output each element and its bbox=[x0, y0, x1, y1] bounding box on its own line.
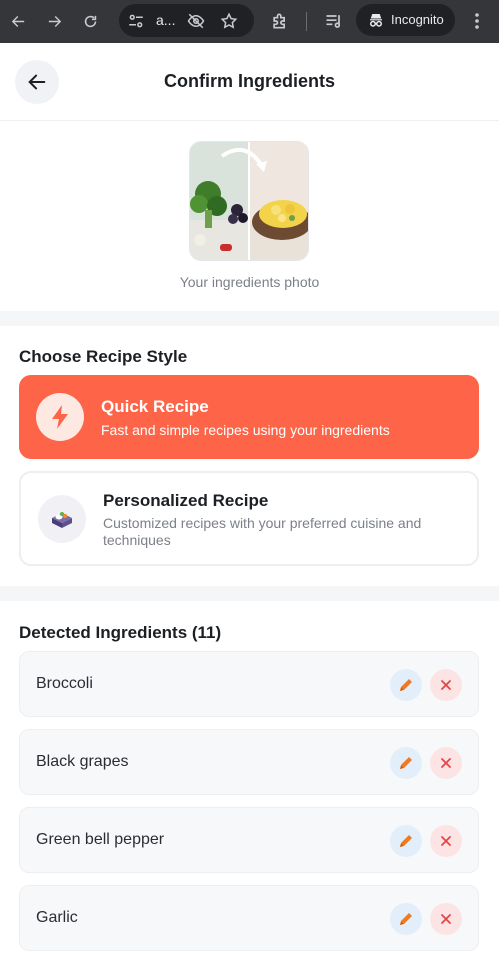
ingredient-item: Garlic bbox=[19, 885, 479, 951]
recipe-style-title: Choose Recipe Style bbox=[19, 347, 188, 366]
page-header: Confirm Ingredients bbox=[0, 43, 499, 121]
photo-section: Your ingredients photo bbox=[0, 122, 499, 311]
edit-ingredient-button[interactable] bbox=[390, 669, 422, 701]
close-icon bbox=[441, 758, 451, 768]
ingredients-photo[interactable] bbox=[189, 141, 309, 261]
photo-caption: Your ingredients photo bbox=[179, 274, 320, 290]
edit-ingredient-button[interactable] bbox=[390, 903, 422, 935]
extensions-icon[interactable] bbox=[270, 11, 290, 31]
arrow-left-icon bbox=[11, 16, 24, 27]
chef-box-icon bbox=[38, 495, 86, 543]
ingredient-item: Broccoli bbox=[19, 651, 479, 717]
browser-toolbar: a... Incognito bbox=[0, 0, 499, 43]
pencil-icon bbox=[400, 913, 412, 925]
ingredients-photo-image bbox=[190, 142, 308, 260]
url-text: a... bbox=[156, 12, 176, 28]
forward-nav-button[interactable] bbox=[36, 0, 72, 43]
ingredient-name: Black grapes bbox=[36, 753, 129, 770]
edit-ingredient-button[interactable] bbox=[390, 747, 422, 779]
section-divider bbox=[0, 311, 499, 326]
eye-off-icon[interactable] bbox=[187, 12, 205, 30]
detected-ingredients-title: Detected Ingredients (11) bbox=[19, 623, 222, 642]
pencil-icon bbox=[400, 757, 412, 769]
address-bar[interactable]: a... bbox=[119, 4, 254, 37]
ingredient-item: Black grapes bbox=[19, 729, 479, 795]
back-nav-button[interactable] bbox=[0, 0, 36, 43]
ingredient-name: Green bell pepper bbox=[36, 831, 165, 848]
delete-ingredient-button[interactable] bbox=[430, 747, 462, 779]
site-settings-icon[interactable] bbox=[127, 12, 145, 30]
ingredient-item: Green bell pepper bbox=[19, 807, 479, 873]
close-icon bbox=[441, 680, 451, 690]
toolbar-divider bbox=[306, 12, 307, 31]
recipe-style-section: Choose Recipe Style Quick Recipe Fast an… bbox=[0, 326, 499, 586]
close-icon bbox=[441, 836, 451, 846]
detected-ingredients-section: Detected Ingredients (11) Broccoli Black… bbox=[0, 601, 499, 956]
personalized-recipe-option[interactable]: Personalized Recipe Customized recipes w… bbox=[19, 471, 479, 566]
reload-button[interactable] bbox=[72, 0, 108, 43]
edit-ingredient-button[interactable] bbox=[390, 825, 422, 857]
bookmark-star-icon[interactable] bbox=[220, 12, 238, 30]
delete-ingredient-button[interactable] bbox=[430, 669, 462, 701]
pencil-icon bbox=[400, 679, 412, 691]
quick-recipe-description: Fast and simple recipes using your ingre… bbox=[101, 422, 390, 438]
lightning-icon bbox=[36, 393, 84, 441]
reload-icon bbox=[84, 15, 96, 28]
close-icon bbox=[441, 914, 451, 924]
ingredient-name: Garlic bbox=[36, 909, 78, 926]
incognito-icon bbox=[370, 14, 382, 27]
page-title: Confirm Ingredients bbox=[163, 71, 335, 91]
incognito-label: Incognito bbox=[391, 12, 444, 27]
ingredient-name: Broccoli bbox=[36, 675, 93, 692]
personalized-recipe-description: Customized recipes with your preferred c… bbox=[103, 515, 422, 548]
arrow-right-icon bbox=[48, 16, 61, 27]
media-queue-icon[interactable] bbox=[324, 11, 344, 31]
more-menu-icon[interactable] bbox=[469, 11, 485, 31]
section-divider bbox=[0, 586, 499, 601]
pencil-icon bbox=[400, 835, 412, 847]
incognito-badge[interactable]: Incognito bbox=[356, 4, 455, 36]
delete-ingredient-button[interactable] bbox=[430, 903, 462, 935]
quick-recipe-title: Quick Recipe bbox=[101, 397, 209, 416]
delete-ingredient-button[interactable] bbox=[430, 825, 462, 857]
personalized-recipe-title: Personalized Recipe bbox=[103, 491, 269, 510]
quick-recipe-option[interactable]: Quick Recipe Fast and simple recipes usi… bbox=[19, 375, 479, 459]
